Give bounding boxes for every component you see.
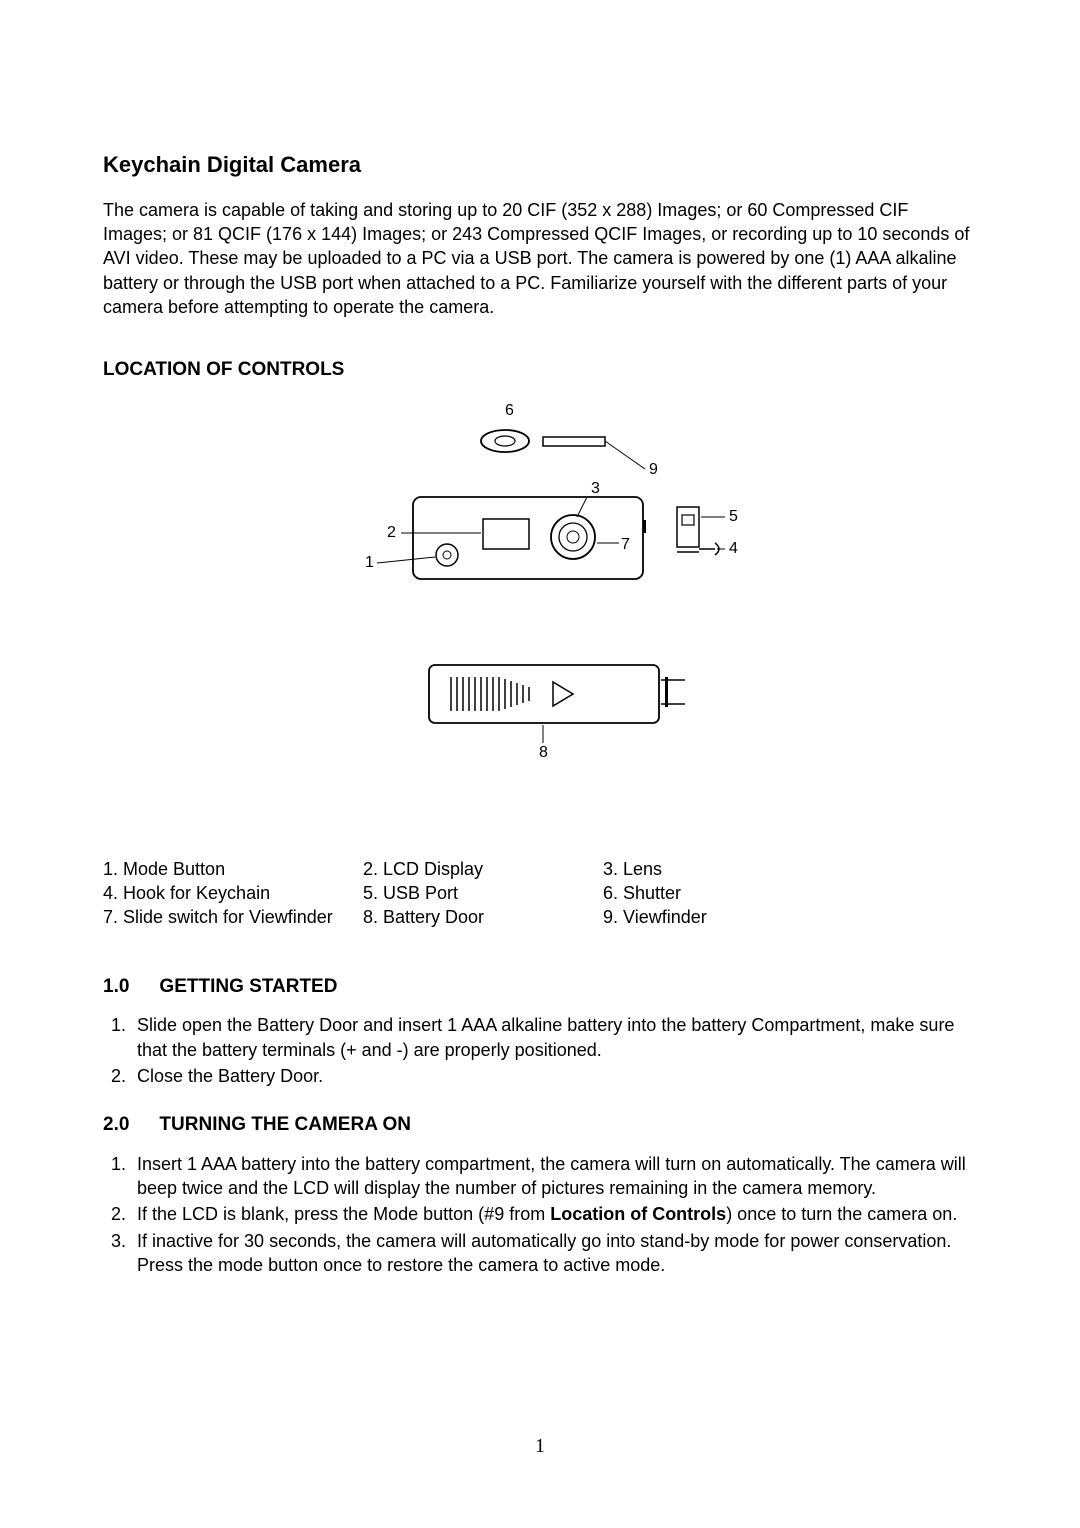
section-1-num: 1.0	[103, 974, 129, 1000]
location-heading: LOCATION OF CONTROLS	[103, 357, 977, 383]
label-8: 8	[539, 744, 548, 761]
intro-paragraph: The camera is capable of taking and stor…	[103, 198, 977, 319]
sec1-item-2: Close the Battery Door.	[131, 1064, 977, 1088]
section-2-list: Insert 1 AAA battery into the battery co…	[131, 1152, 977, 1277]
control-8: 8. Battery Door	[363, 905, 603, 929]
control-2: 2. LCD Display	[363, 857, 603, 881]
bold-ref: Location of Controls	[550, 1204, 726, 1224]
sec2-item-1: Insert 1 AAA battery into the battery co…	[131, 1152, 977, 1201]
control-4: 4. Hook for Keychain	[103, 881, 363, 905]
controls-key-grid: 1. Mode Button 2. LCD Display 3. Lens 4.…	[103, 857, 977, 930]
label-9: 9	[649, 461, 658, 478]
control-7: 7. Slide switch for Viewfinder	[103, 905, 363, 929]
controls-diagram: 6 9 3 2 1	[305, 397, 775, 817]
label-1: 1	[365, 554, 374, 571]
label-5: 5	[729, 508, 738, 525]
diagram-container: 6 9 3 2 1	[103, 397, 977, 817]
section-2-title: TURNING THE CAMERA ON	[159, 1112, 411, 1138]
control-5: 5. USB Port	[363, 881, 603, 905]
section-1-title: GETTING STARTED	[159, 974, 337, 1000]
control-9: 9. Viewfinder	[603, 905, 803, 929]
doc-title: Keychain Digital Camera	[103, 150, 977, 180]
control-6: 6. Shutter	[603, 881, 803, 905]
section-1-list: Slide open the Battery Door and insert 1…	[131, 1013, 977, 1088]
page-number: 1	[535, 1433, 545, 1460]
label-2: 2	[387, 524, 396, 541]
label-6: 6	[505, 402, 514, 419]
section-1-heading: 1.0 GETTING STARTED	[103, 974, 977, 1000]
section-2-heading: 2.0 TURNING THE CAMERA ON	[103, 1112, 977, 1138]
label-3: 3	[591, 480, 600, 497]
sec2-item-3: If inactive for 30 seconds, the camera w…	[131, 1229, 977, 1278]
label-7: 7	[621, 536, 630, 553]
sec1-item-1: Slide open the Battery Door and insert 1…	[131, 1013, 977, 1062]
label-4: 4	[729, 540, 738, 557]
control-3: 3. Lens	[603, 857, 803, 881]
control-1: 1. Mode Button	[103, 857, 363, 881]
section-2-num: 2.0	[103, 1112, 129, 1138]
sec2-item-2: If the LCD is blank, press the Mode butt…	[131, 1202, 977, 1226]
